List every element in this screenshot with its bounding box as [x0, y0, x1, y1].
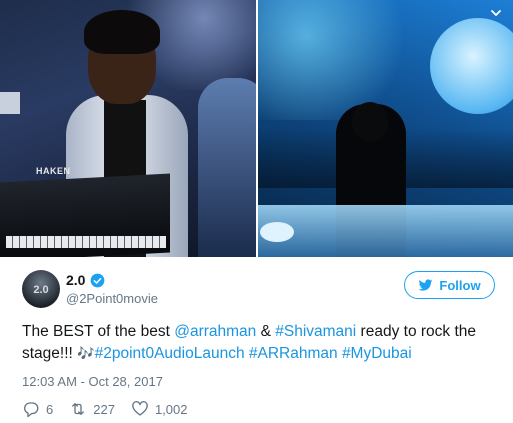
tweet-actions: 6 227 1,002 [22, 399, 203, 419]
cymbal [260, 222, 294, 242]
drum-set [258, 205, 513, 257]
retweet-icon [72, 403, 85, 415]
display-name-text[interactable]: 2.0 [66, 272, 85, 288]
display-name[interactable]: 2.0 [66, 272, 105, 288]
large-drum [430, 18, 513, 114]
blurred-person [198, 78, 256, 257]
follow-button-label: Follow [439, 277, 481, 293]
twitter-bird-icon [419, 278, 433, 291]
tweet-text-part: & [256, 323, 276, 340]
like-count: 1,002 [154, 401, 188, 417]
hashtag-link[interactable]: #ARRahman [249, 345, 338, 362]
retweet-button[interactable]: 227 [69, 400, 115, 418]
chevron-down-icon[interactable] [489, 6, 503, 20]
keyboard-keys [6, 236, 166, 248]
verified-badge-icon [91, 273, 105, 287]
mention-link[interactable]: @arrahman [174, 323, 256, 340]
performer-hair [84, 10, 160, 54]
follow-button[interactable]: Follow [404, 271, 495, 299]
avatar[interactable]: 2.0 [22, 270, 60, 308]
photo-drummer[interactable] [258, 0, 513, 257]
like-button[interactable]: 1,002 [131, 400, 188, 418]
reply-icon [24, 402, 39, 418]
tweet-text: The BEST of the best @arrahman & #Shivam… [22, 321, 502, 365]
stage-light [258, 0, 418, 120]
background-screen [0, 92, 20, 114]
photo-keyboardist[interactable]: HAKEN [0, 0, 256, 257]
keyboard-brand-label: HAKEN [36, 166, 71, 176]
tweet-media[interactable]: HAKEN [0, 0, 513, 257]
reply-count: 6 [46, 401, 54, 417]
heart-icon [132, 401, 148, 416]
tweet-text-part: The BEST of the best [22, 323, 175, 340]
hashtag-link[interactable]: #Shivamani [275, 323, 356, 340]
avatar-logo-text: 2.0 [33, 284, 49, 296]
hashtag-link[interactable]: #MyDubai [342, 345, 412, 362]
music-notes-emoji: 🎶 [77, 346, 95, 362]
tweet-timestamp[interactable]: 12:03 AM - Oct 28, 2017 [22, 374, 163, 389]
drummer-head [352, 102, 388, 142]
hashtag-link[interactable]: #2point0AudioLaunch [95, 345, 245, 362]
retweet-count: 227 [93, 401, 115, 417]
reply-button[interactable]: 6 [22, 400, 53, 418]
user-handle[interactable]: @2Point0movie [66, 291, 158, 306]
